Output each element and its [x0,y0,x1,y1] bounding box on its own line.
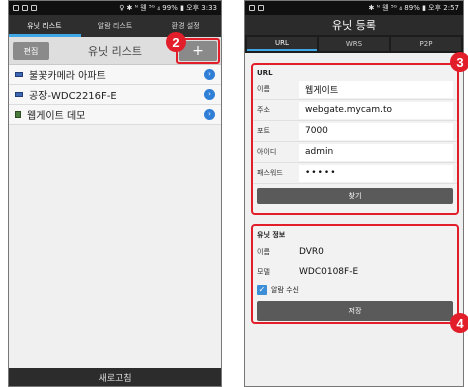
list-item[interactable]: 웹게이트 데모 › [9,105,221,125]
connection-type-tabs: URL WRS P2P [245,35,463,53]
main-tabs: 유닛 리스트 알람 리스트 환경 설정 [9,15,221,37]
model-value: WDC0108F-E [299,267,359,277]
gallery-icon [13,5,19,11]
chevron-right-icon[interactable]: › [204,69,215,80]
search-button[interactable]: 찾기 [257,188,453,204]
status-text: ✱ ᴺ 웬 ⁵ᴳ ₄ 89% ▮ 오후 2:57 [368,4,459,12]
notification-icon [31,5,37,11]
name-row: 이름 웹게이트 [253,79,457,100]
field-label: 패스워드 [257,169,283,177]
chevron-right-icon[interactable]: › [204,109,215,120]
status-bar: ✱ ᴺ 웬 ⁵ᴳ ₄ 89% ▮ 오후 2:57 [245,1,463,15]
field-label: 포트 [257,127,270,135]
callout-badge-2: 2 [166,32,186,52]
alarm-checkbox-row[interactable]: ✓ 알람 수신 [253,282,457,298]
user-id-field[interactable]: admin [299,143,453,161]
address-field[interactable]: webgate.mycam.to [299,101,453,119]
image-icon [22,5,28,11]
alarm-label: 알람 수신 [271,286,299,294]
callout-badge-4: 4 [450,313,468,333]
unit-register-screen: ✱ ᴺ 웬 ⁵ᴳ ₄ 89% ▮ 오후 2:57 유닛 등록 URL WRS P… [244,0,464,387]
tab-settings[interactable]: 환경 설정 [150,15,221,37]
info-row: 이름 DVR0 [253,242,457,262]
save-button[interactable]: 저장 [257,301,453,321]
page-title: 유닛 등록 [245,15,463,35]
address-row: 주소 webgate.mycam.to [253,100,457,121]
name-field[interactable]: 웹게이트 [299,80,453,98]
id-row: 아이디 admin [253,142,457,163]
camera-icon [15,92,23,97]
unit-name: 불꽃카메라 아파트 [29,71,106,82]
panel-title: URL [257,69,273,77]
list-item[interactable]: 공장-WDC2216F-E › [9,85,221,105]
unit-name: 웹게이트 데모 [27,111,86,122]
port-row: 포트 7000 [253,121,457,142]
password-field[interactable]: ••••• [299,164,453,182]
edit-button[interactable]: 편집 [13,42,49,60]
info-row: 모델 WDC0108F-E [253,262,457,282]
field-label: 아이디 [257,148,277,156]
gallery-icon [249,5,255,11]
status-text: ♀ ✱ ᴺ 웬 ⁵ᴳ ₄ 99% ▮ 오후 3:33 [119,4,217,12]
unit-list-screen: ♀ ✱ ᴺ 웬 ⁵ᴳ ₄ 99% ▮ 오후 3:33 유닛 리스트 알람 리스트… [8,0,222,387]
port-field[interactable]: 7000 [299,122,453,140]
unit-name: 공장-WDC2216F-E [29,91,117,102]
field-label: 모델 [257,268,270,276]
tab-url[interactable]: URL [247,37,317,51]
tab-p2p[interactable]: P2P [391,37,461,51]
tab-wrs[interactable]: WRS [319,37,389,51]
chevron-right-icon[interactable]: › [204,89,215,100]
notification-icon [258,5,264,11]
field-label: 이름 [257,85,270,93]
list-header: 편집 유닛 리스트 + [9,37,221,65]
tab-alarm-list[interactable]: 알람 리스트 [80,15,151,37]
camera-icon [15,72,23,77]
field-label: 주소 [257,106,270,114]
unit-info-panel: 유닛 정보 이름 DVR0 모델 WDC0108F-E ✓ 알람 수신 저장 [251,224,459,324]
unit-list: 불꽃카메라 아파트 › 공장-WDC2216F-E › 웹게이트 데모 › [9,65,221,125]
url-form-panel: URL 이름 웹게이트 주소 webgate.mycam.to 포트 7000 … [251,63,459,215]
document-icon [15,111,21,118]
password-row: 패스워드 ••••• [253,163,457,184]
refresh-button[interactable]: 새로고침 [9,368,221,386]
list-item[interactable]: 불꽃카메라 아파트 › [9,65,221,85]
field-label: 이름 [257,248,270,256]
callout-badge-3: 3 [450,52,468,72]
checkbox-checked-icon[interactable]: ✓ [257,285,267,295]
unit-name-value: DVR0 [299,247,324,257]
status-bar: ♀ ✱ ᴺ 웬 ⁵ᴳ ₄ 99% ▮ 오후 3:33 [9,1,221,15]
panel-title: 유닛 정보 [257,231,286,239]
